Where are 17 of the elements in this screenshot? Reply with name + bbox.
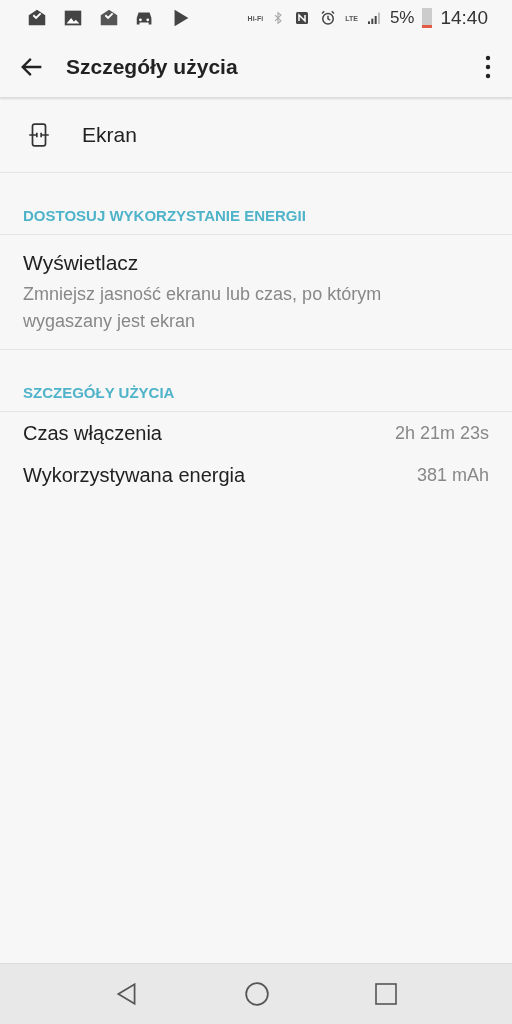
detail-value: 2h 21m 23s — [394, 422, 489, 444]
battery-icon — [422, 8, 433, 28]
screen-icon — [26, 122, 52, 148]
section-header: DOSTOSUJ WYKORZYSTANIE ENERGII — [0, 173, 512, 235]
app-name: Ekran — [82, 123, 137, 147]
recents-icon[interactable] — [374, 982, 398, 1006]
detail-label: Czas włączenia — [23, 421, 162, 445]
setting-title: Wyświetlacz — [23, 251, 140, 275]
detail-label: Wykorzystywana energia — [23, 463, 246, 487]
setting-item[interactable]: Wyświetlacz Zmniejsz jasność ekranu lub czas, po którym wygaszany jest ekran — [0, 235, 512, 350]
home-icon[interactable] — [244, 981, 270, 1007]
battery-percent: 5% — [389, 8, 415, 28]
section-header: SZCZEGÓŁY UŻYCIA — [0, 350, 512, 412]
clock: 14:40 — [440, 7, 488, 29]
setting-summary: Zmniejsz jasność ekranu lub czas, po którym wygaszany jest ekran — [23, 283, 383, 333]
screen-title: Szczegóły użycia — [66, 54, 239, 79]
detail-value: 381 mAh — [416, 464, 489, 486]
